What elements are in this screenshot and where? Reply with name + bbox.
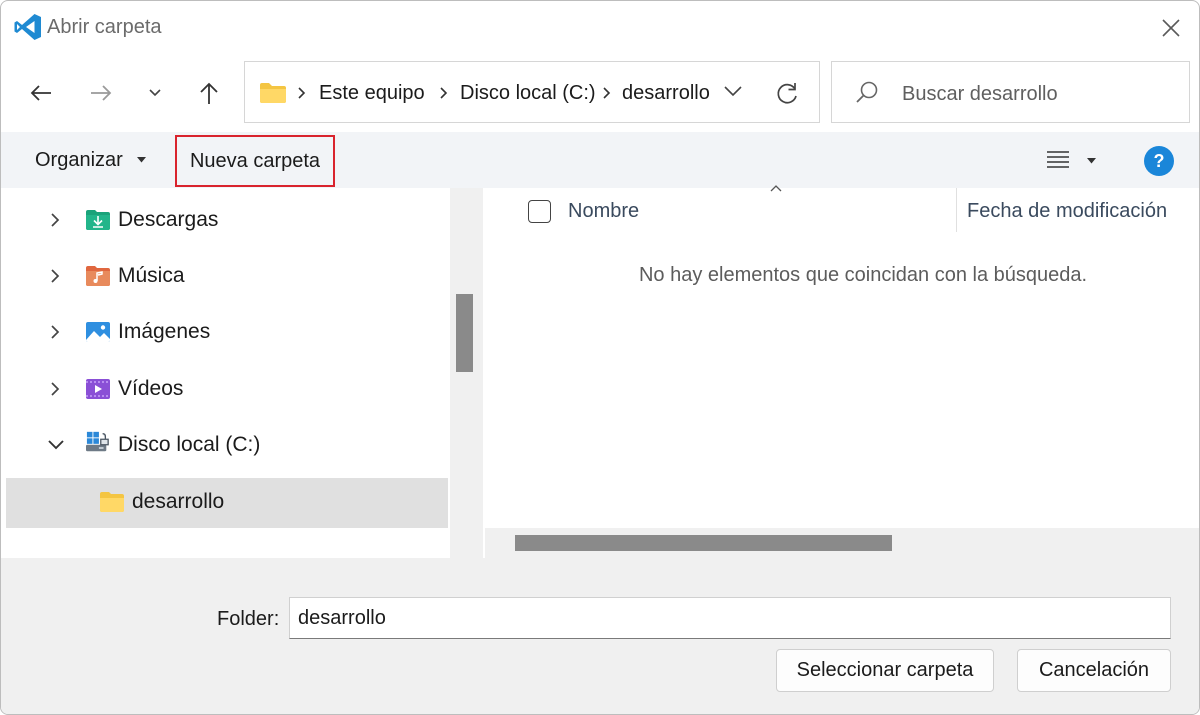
folder-icon — [260, 83, 286, 103]
tree-item-label: Descargas — [118, 208, 219, 231]
forward-button[interactable] — [81, 73, 121, 113]
close-button[interactable] — [1151, 9, 1191, 47]
breadcrumb-separator-icon — [298, 87, 306, 99]
tree-item-disco-local[interactable]: Disco local (C:) — [1, 421, 449, 471]
chevron-down-icon[interactable] — [47, 439, 65, 451]
column-header-name[interactable]: Nombre — [568, 200, 639, 223]
command-bar: Organizar Nueva carpeta ? — [1, 132, 1199, 188]
breadcrumb-separator-icon — [440, 87, 448, 99]
back-button[interactable] — [21, 73, 61, 113]
view-options-button[interactable] — [1045, 146, 1101, 176]
select-folder-button[interactable]: Seleccionar carpeta — [776, 649, 994, 692]
tree-item-label: Vídeos — [118, 377, 184, 400]
local-disk-icon — [86, 431, 109, 452]
chevron-right-icon[interactable] — [49, 381, 61, 397]
breadcrumb-este-equipo[interactable]: Este equipo — [319, 82, 425, 105]
chevron-down-icon — [149, 89, 161, 97]
tree-item-label: Disco local (C:) — [118, 433, 261, 456]
search-input[interactable] — [902, 80, 1172, 108]
arrow-right-icon — [91, 85, 112, 101]
breadcrumb-disco-local[interactable]: Disco local (C:) — [460, 82, 596, 105]
pictures-folder-icon — [86, 322, 110, 342]
column-divider[interactable] — [956, 188, 957, 232]
folder-icon — [100, 492, 124, 512]
chevron-right-icon[interactable] — [49, 268, 61, 284]
tree-item-label: desarrollo — [132, 490, 225, 513]
address-bar[interactable]: Este equipo Disco local (C:) desarrollo — [244, 61, 820, 123]
tree-item-videos[interactable]: Vídeos — [1, 365, 449, 415]
tree-item-label: Imágenes — [118, 320, 211, 343]
music-folder-icon — [86, 266, 110, 286]
vertical-scrollbar[interactable] — [450, 188, 483, 558]
window-title: Abrir carpeta — [47, 16, 162, 38]
refresh-icon[interactable] — [773, 80, 801, 108]
new-folder-label: Nueva carpeta — [189, 149, 321, 172]
title-bar: Abrir carpeta — [1, 1, 1199, 55]
up-button[interactable] — [189, 73, 229, 113]
arrow-left-icon — [30, 85, 51, 101]
breadcrumb-desarrollo[interactable]: desarrollo — [622, 82, 710, 105]
new-folder-button[interactable]: Nueva carpeta — [175, 135, 335, 187]
tree-item-musica[interactable]: Música — [1, 252, 449, 302]
empty-results-message: No hay elementos que coincidan con la bú… — [638, 264, 1088, 286]
organize-button[interactable]: Organizar — [35, 149, 123, 172]
search-icon — [856, 81, 878, 103]
chevron-right-icon[interactable] — [49, 212, 61, 228]
help-button[interactable]: ? — [1144, 146, 1174, 176]
chevron-right-icon[interactable] — [49, 324, 61, 340]
list-view-icon — [1047, 151, 1069, 168]
tree-item-imagenes[interactable]: Imágenes — [1, 308, 449, 358]
tree-item-desarrollo[interactable]: desarrollo — [6, 478, 448, 528]
close-icon — [1162, 19, 1180, 37]
tree-item-descargas[interactable]: Descargas — [1, 196, 449, 246]
folder-name-input[interactable] — [289, 597, 1171, 639]
caret-down-icon[interactable] — [137, 157, 146, 163]
navigation-pane: Descargas Música Imágenes Vídeos Disco l… — [1, 188, 471, 558]
folder-field-label: Folder: — [217, 608, 280, 630]
breadcrumb-separator-icon — [603, 87, 611, 99]
recent-locations-button[interactable] — [135, 73, 175, 113]
file-list-pane — [483, 188, 1199, 558]
arrow-up-icon — [200, 82, 218, 104]
select-all-checkbox[interactable] — [528, 200, 551, 223]
videos-folder-icon — [86, 379, 110, 399]
chevron-down-icon[interactable] — [723, 84, 743, 98]
downloads-folder-icon — [86, 210, 110, 230]
cancel-button[interactable]: Cancelación — [1017, 649, 1171, 692]
column-header-date-modified[interactable]: Fecha de modificación — [967, 200, 1167, 223]
tree-item-label: Música — [118, 264, 185, 287]
vscode-icon — [14, 14, 41, 40]
sort-ascending-icon — [770, 185, 782, 192]
horizontal-scrollbar-thumb[interactable] — [515, 535, 892, 551]
search-box[interactable] — [831, 61, 1190, 123]
caret-down-icon — [1087, 158, 1096, 164]
open-folder-dialog: Abrir carpeta Este equipo Disco local (C… — [0, 0, 1200, 715]
vertical-scrollbar-thumb[interactable] — [456, 294, 473, 372]
